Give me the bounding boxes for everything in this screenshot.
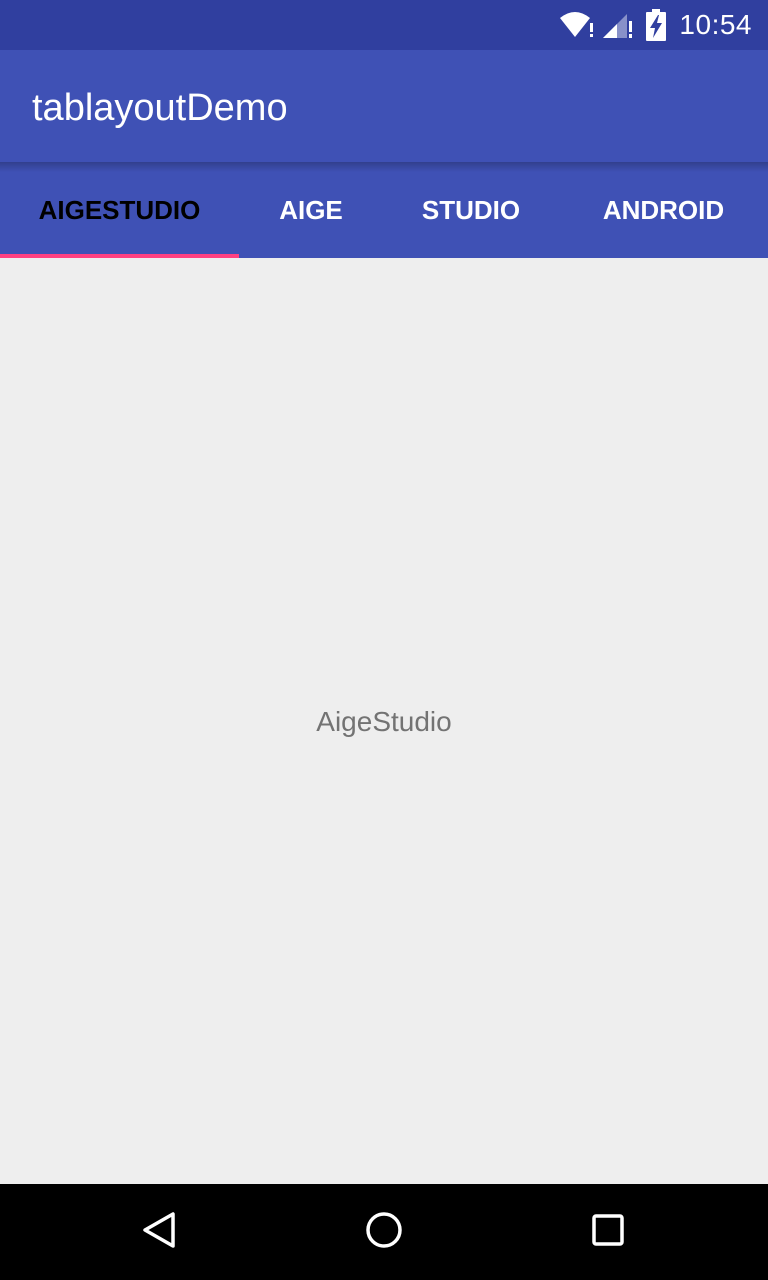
tab-content[interactable]: AigeStudio xyxy=(0,258,768,1184)
status-time: 10:54 xyxy=(679,9,752,40)
tab-label: AIGE xyxy=(279,194,343,225)
home-button[interactable] xyxy=(336,1184,432,1280)
tab-android[interactable]: ANDROID xyxy=(559,162,768,258)
tab-label: ANDROID xyxy=(602,194,725,225)
battery-charging-icon xyxy=(645,9,667,41)
tab-label: AIGESTUDIO xyxy=(38,194,201,225)
recents-icon xyxy=(588,1210,628,1255)
tab-aige[interactable]: AIGE xyxy=(239,162,383,258)
back-icon xyxy=(140,1210,180,1255)
screen: 10:54 tablayoutDemo AIGESTUDIO AIGE STUD… xyxy=(0,0,768,1280)
navigation-bar xyxy=(0,1184,768,1280)
tab-studio[interactable]: STUDIO xyxy=(383,162,559,258)
status-icons: 10:54 xyxy=(559,0,752,50)
app-title: tablayoutDemo xyxy=(32,87,288,129)
back-button[interactable] xyxy=(112,1184,208,1280)
status-bar: 10:54 xyxy=(0,0,768,50)
signal-alert-icon xyxy=(601,10,635,40)
wifi-alert-icon xyxy=(559,10,599,40)
tab-aigestudio[interactable]: AIGESTUDIO xyxy=(0,162,239,258)
app-bar: tablayoutDemo xyxy=(0,50,768,162)
content-text: AigeStudio xyxy=(316,706,452,737)
tab-bar: AIGESTUDIO AIGE STUDIO ANDROID xyxy=(0,162,768,258)
home-icon xyxy=(364,1210,404,1255)
recents-button[interactable] xyxy=(560,1184,656,1280)
tab-label: STUDIO xyxy=(421,194,521,225)
